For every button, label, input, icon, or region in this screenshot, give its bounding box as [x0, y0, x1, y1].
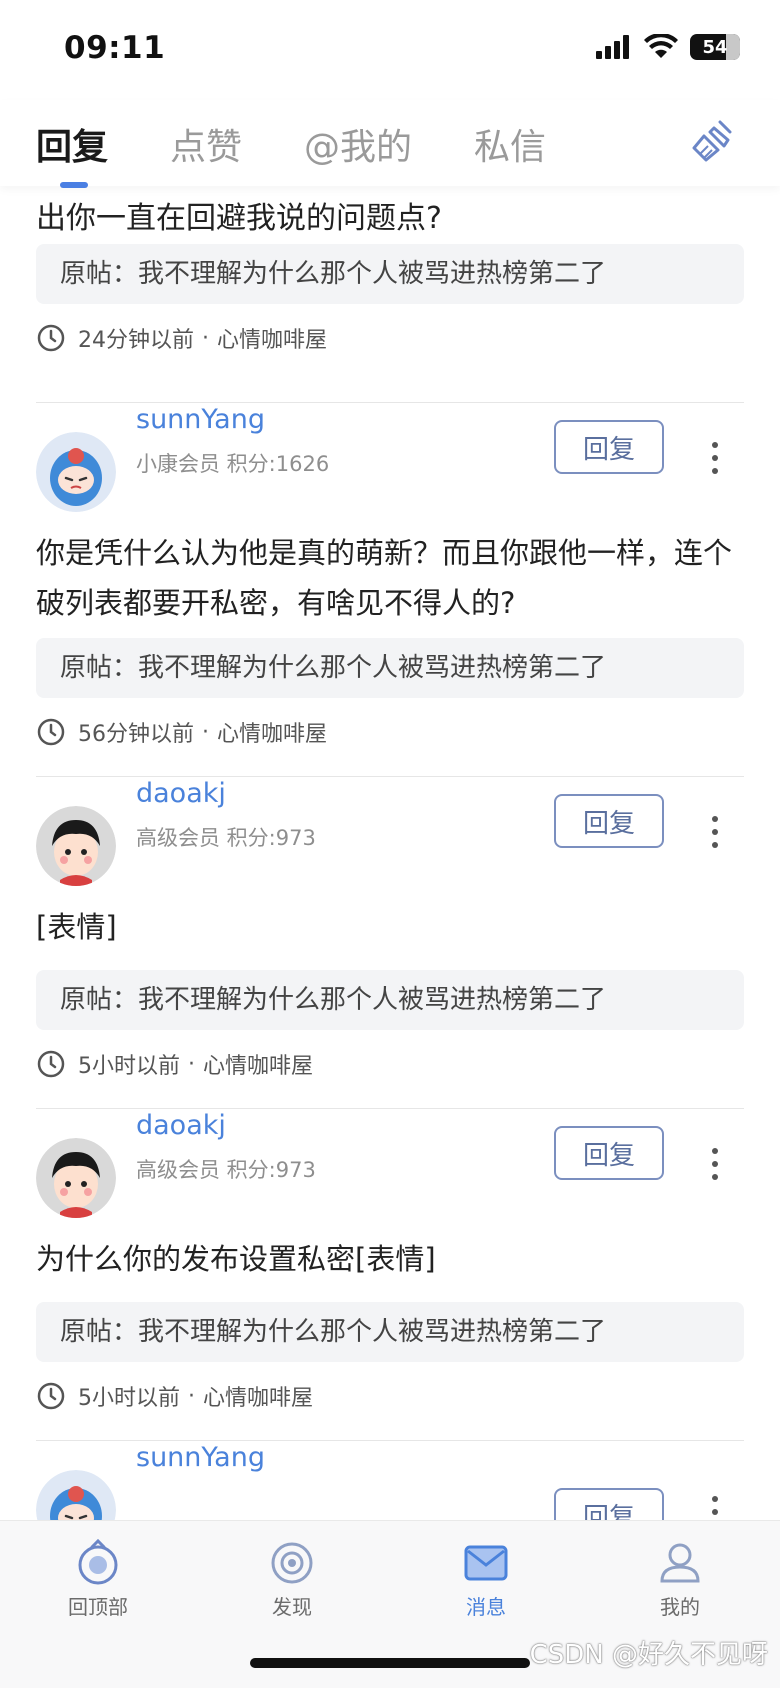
status-bar: 09:11 54	[0, 0, 780, 100]
wifi-icon	[644, 34, 678, 58]
tab-active-indicator	[60, 182, 88, 188]
nav-label: 消息	[466, 1595, 506, 1619]
more-options-icon[interactable]	[700, 1492, 730, 1520]
tab-private-messages[interactable]: 私信	[474, 118, 546, 170]
more-options-icon[interactable]	[700, 438, 730, 478]
nav-back-to-top[interactable]: 回顶部	[38, 1539, 158, 1620]
home-indicator[interactable]	[250, 1658, 530, 1668]
nav-label: 发现	[272, 1595, 312, 1619]
forum-name[interactable]: 心情咖啡屋	[217, 716, 327, 748]
user-level: 高级会员 积分:973	[136, 1158, 316, 1182]
tab-mentions[interactable]: @我的	[304, 118, 412, 170]
more-options-icon[interactable]	[700, 1144, 730, 1184]
avatar[interactable]	[36, 1470, 116, 1520]
profile-icon	[660, 1543, 700, 1583]
reply-meta: 5小时以前 · 心情咖啡屋	[36, 1048, 313, 1080]
forum-name[interactable]: 心情咖啡屋	[217, 322, 327, 354]
battery-icon: 54	[690, 34, 740, 60]
clock-icon	[37, 324, 65, 352]
divider	[36, 402, 744, 403]
signal-icon	[596, 35, 629, 59]
reply-meta: 24分钟以前 · 心情咖啡屋	[36, 322, 327, 354]
message-icon	[464, 1545, 508, 1581]
reply-time: 5小时以前	[78, 1054, 180, 1079]
username[interactable]: daoakj	[136, 778, 226, 809]
original-post-quote[interactable]: 原帖：我不理解为什么那个人被骂进热榜第二了	[36, 244, 744, 304]
tab-replies[interactable]: 回复	[36, 118, 108, 170]
discover-icon	[271, 1542, 313, 1584]
reply-button[interactable]: 回复	[554, 1126, 664, 1180]
user-level: 小康会员 积分:1626	[136, 452, 330, 476]
nav-label: 我的	[660, 1595, 700, 1619]
user-level: 高级会员 积分:973	[136, 826, 316, 850]
meta-separator: ·	[202, 719, 209, 745]
clock-icon	[37, 1050, 65, 1078]
username[interactable]: sunnYang	[136, 404, 265, 435]
reply-time: 24分钟以前	[78, 328, 194, 353]
forum-name[interactable]: 心情咖啡屋	[203, 1048, 313, 1080]
tab-header: 回复 点赞 @我的 私信	[0, 100, 780, 188]
reply-button[interactable]: 回复	[554, 1488, 664, 1520]
username[interactable]: sunnYang	[136, 1442, 265, 1473]
reply-meta: 56分钟以前 · 心情咖啡屋	[36, 716, 327, 748]
broom-icon[interactable]	[690, 118, 736, 164]
tab-likes[interactable]: 点赞	[170, 118, 242, 170]
meta-separator: ·	[202, 325, 209, 351]
reply-content: [表情]	[36, 910, 117, 944]
avatar[interactable]	[36, 432, 116, 512]
clock-icon	[37, 1382, 65, 1410]
forum-name[interactable]: 心情咖啡屋	[203, 1380, 313, 1412]
reply-content: 有话，而你一直在说你，当我是三岁小孩，当我看不出你一直在回避我说的问题点?	[36, 201, 442, 236]
original-post-quote[interactable]: 原帖：我不理解为什么那个人被骂进热榜第二了	[36, 970, 744, 1030]
meta-separator: ·	[188, 1051, 195, 1077]
status-time: 09:11	[64, 30, 166, 66]
nav-messages[interactable]: 消息	[426, 1539, 546, 1620]
divider	[36, 1440, 744, 1441]
reply-button[interactable]: 回复	[554, 794, 664, 848]
reply-time: 56分钟以前	[78, 722, 194, 747]
original-post-quote[interactable]: 原帖：我不理解为什么那个人被骂进热榜第二了	[36, 638, 744, 698]
reply-meta: 5小时以前 · 心情咖啡屋	[36, 1380, 313, 1412]
more-options-icon[interactable]	[700, 812, 730, 852]
clock-icon	[37, 718, 65, 746]
status-icons: 54	[596, 34, 740, 60]
avatar[interactable]	[36, 806, 116, 886]
nav-label: 回顶部	[68, 1595, 128, 1619]
reply-feed[interactable]: 有话，而你一直在说你，当我是三岁小孩，当我看不出你一直在回避我说的问题点? 原帖…	[0, 186, 780, 1520]
divider	[36, 1108, 744, 1109]
avatar[interactable]	[36, 1138, 116, 1218]
reply-content: 你是凭什么认为他是真的萌新？而且你跟他一样，连个破列表都要开私密，有啥见不得人的…	[36, 536, 733, 620]
divider	[36, 776, 744, 777]
nav-profile[interactable]: 我的	[620, 1539, 740, 1620]
nav-discover[interactable]: 发现	[232, 1539, 352, 1620]
reply-time: 5小时以前	[78, 1386, 180, 1411]
back-to-top-icon	[78, 1539, 118, 1585]
reply-content: 为什么你的发布设置私密[表情]	[36, 1242, 436, 1276]
battery-level-text: 54	[702, 36, 728, 58]
username[interactable]: daoakj	[136, 1110, 226, 1141]
meta-separator: ·	[188, 1383, 195, 1409]
reply-button[interactable]: 回复	[554, 420, 664, 474]
watermark: CSDN @好久不见呀	[529, 1640, 768, 1670]
original-post-quote[interactable]: 原帖：我不理解为什么那个人被骂进热榜第二了	[36, 1302, 744, 1362]
